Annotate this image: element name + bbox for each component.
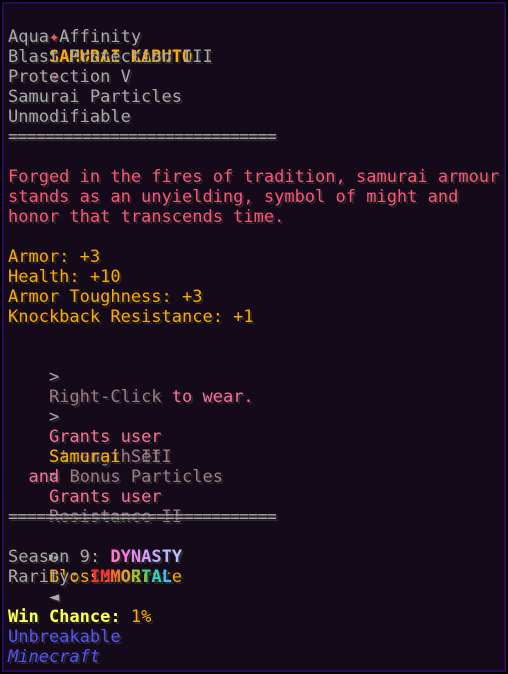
season-name-letter: Y <box>120 547 131 567</box>
season-name-letter: N <box>130 547 142 567</box>
rarity-name-letter: M <box>110 567 121 587</box>
enchantment-line: Aqua Affinity <box>8 27 142 47</box>
arrow-icon: > <box>48 367 60 387</box>
lore-line: stands as an unyielding, symbol of might… <box>8 187 459 207</box>
enchantment-line: Blast Protection III <box>8 47 213 67</box>
enchantment-line: Unmodifiable <box>8 107 131 127</box>
lore-line: honor that transcends time. <box>8 207 285 227</box>
rarity-name-letter: I <box>89 567 101 587</box>
separator: ============================= <box>8 127 277 147</box>
rarity-name: IMMORTAL <box>90 567 172 587</box>
ability-right-click: > Right-Click to wear. <box>48 367 254 407</box>
enchantment-line: Samurai Particles <box>8 87 182 107</box>
source-tag: Minecraft <box>8 647 101 667</box>
left-pointer-icon: ◄ <box>48 587 60 607</box>
stat-line: Armor: +3 <box>8 247 101 267</box>
rarity-name-letter: L <box>161 567 172 587</box>
rarity-name-letter: R <box>130 567 142 587</box>
season-name-letter: Y <box>171 547 183 567</box>
rarity-name-letter: T <box>141 567 152 587</box>
rarity-name-letter: O <box>120 567 131 587</box>
arrow-icon: > <box>48 407 60 427</box>
separator: ============================= <box>8 507 277 527</box>
season-line: Season 9: DYNASTY <box>8 547 183 567</box>
enchantment-line: Protection V <box>8 67 131 87</box>
season-name-letter: A <box>141 547 152 567</box>
season-name: DYNASTY <box>110 547 182 567</box>
rarity-name-letter: M <box>100 567 111 587</box>
item-title: ✦ SAMURAI KABUTO ✦ <box>8 7 500 87</box>
rarity-line: Rarity: IMMORTAL <box>8 567 172 587</box>
stat-line: Knockback Resistance: +1 <box>8 307 254 327</box>
unbreakable-tag: Unbreakable <box>8 627 121 647</box>
crate-line: ► Blossom Crate ◄ <box>8 527 500 607</box>
season-name-letter: T <box>161 547 172 567</box>
item-tooltip: ✦ SAMURAI KABUTO ✦ Aqua Affinity Blast P… <box>0 0 508 674</box>
win-chance-line: Win Chance: 1% <box>8 607 152 627</box>
stat-line: Armor Toughness: +3 <box>8 287 203 307</box>
rarity-name-letter: A <box>151 567 162 587</box>
lore-line: Forged in the fires of tradition, samura… <box>8 167 500 187</box>
set-particles: and Bonus Particles <box>28 467 223 487</box>
season-name-letter: D <box>110 547 121 567</box>
season-name-letter: S <box>151 547 162 567</box>
stat-line: Health: +10 <box>8 267 121 287</box>
